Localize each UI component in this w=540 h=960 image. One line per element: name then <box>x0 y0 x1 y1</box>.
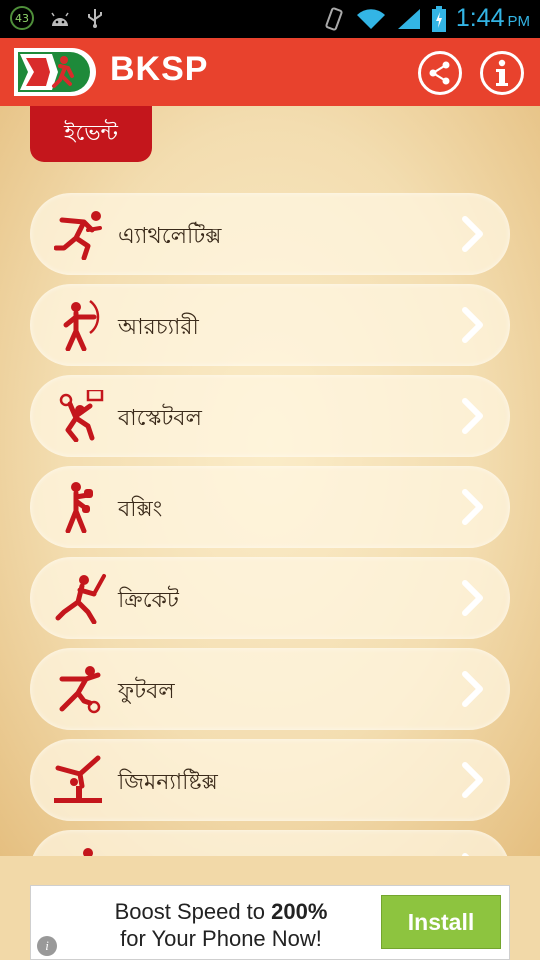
android-icon <box>51 12 69 26</box>
vibrate-icon <box>325 6 343 31</box>
event-label: ফুটবল <box>118 679 175 704</box>
gymnastics-icon <box>54 755 102 803</box>
events-list: এ্যাথলেটিক্স আরচ্যারী বাস্কেটবল বক্সিং ক… <box>30 193 510 856</box>
chevron-right-icon <box>462 580 483 616</box>
ad-info-icon[interactable]: i <box>37 936 57 956</box>
basketball-icon <box>59 390 104 442</box>
boxing-icon <box>65 482 93 533</box>
events-tab[interactable]: ইভেন্ট <box>30 106 152 162</box>
cricket-icon <box>55 574 106 624</box>
app-bar: BKSP <box>0 38 540 106</box>
info-icon <box>496 59 508 86</box>
event-item-partial[interactable] <box>30 830 510 856</box>
clock: 1:44 PM <box>455 4 530 32</box>
event-label: ক্রিকেট <box>118 588 179 613</box>
event-label: জিমন্যাষ্টিক্স <box>118 770 218 795</box>
event-label: আরচ্যারী <box>118 315 199 340</box>
event-item-archery[interactable]: আরচ্যারী <box>30 284 510 366</box>
wifi-icon <box>356 8 385 29</box>
info-button[interactable] <box>480 51 524 95</box>
chevron-right-icon <box>462 307 483 343</box>
event-item-athletics[interactable]: এ্যাথলেটিক্স <box>30 193 510 275</box>
event-item-gymnastics[interactable]: জিমন্যাষ্টিক্স <box>30 739 510 821</box>
athletics-icon <box>54 211 102 260</box>
chevron-right-icon <box>462 671 483 707</box>
chevron-right-icon <box>462 762 483 798</box>
chevron-right-icon <box>462 853 470 856</box>
chevron-right-icon <box>462 398 483 434</box>
share-icon <box>429 61 450 85</box>
sport-icon <box>83 848 93 856</box>
status-bar: 43 1:44 PM <box>0 0 540 38</box>
battery-icon <box>431 5 446 32</box>
event-label: বক্সিং <box>118 497 163 522</box>
install-button[interactable]: Install <box>381 895 501 949</box>
usb-icon <box>88 9 102 28</box>
app-title: BKSP <box>110 50 209 88</box>
chevron-right-icon <box>462 489 483 525</box>
event-item-football[interactable]: ফুটবল <box>30 648 510 730</box>
event-label: এ্যাথলেটিক্স <box>118 224 222 249</box>
event-item-boxing[interactable]: বক্সিং <box>30 466 510 548</box>
football-icon <box>59 666 101 714</box>
event-item-basketball[interactable]: বাস্কেটবল <box>30 375 510 457</box>
notification-badge: 43 <box>10 6 34 30</box>
content-area: ইভেন্ট এ্যাথলেটিক্স আরচ্যারী বাস্কেটবল ব… <box>0 106 540 856</box>
event-label: বাস্কেটবল <box>118 406 202 431</box>
chevron-right-icon <box>462 216 483 252</box>
ad-text: Boost Speed to 200% for Your Phone Now! <box>114 899 328 951</box>
bksp-logo-icon <box>14 48 96 96</box>
event-item-cricket[interactable]: ক্রিকেট <box>30 557 510 639</box>
ad-banner[interactable]: Boost Speed to 200% for Your Phone Now! … <box>30 885 510 960</box>
archery-icon <box>63 300 100 351</box>
share-button[interactable] <box>418 51 462 95</box>
signal-icon <box>397 8 420 29</box>
